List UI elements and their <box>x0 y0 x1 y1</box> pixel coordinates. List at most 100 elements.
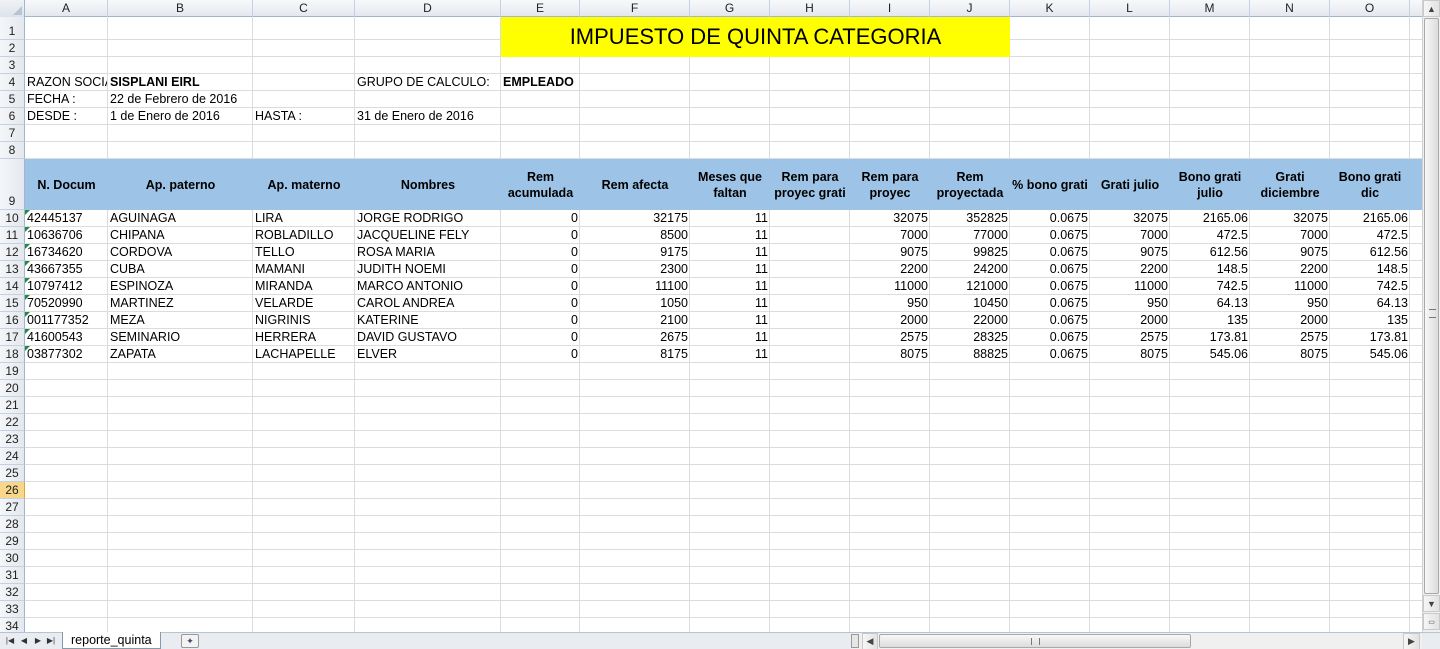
table-cell[interactable]: 2165.06 <box>1170 210 1250 227</box>
row-header-17[interactable]: 17 <box>0 329 25 346</box>
table-cell[interactable] <box>770 210 850 227</box>
column-header-e[interactable]: E <box>501 0 580 17</box>
table-cell[interactable]: 2200 <box>1250 261 1330 278</box>
table-cell[interactable]: 0.0675 <box>1010 278 1090 295</box>
row-header-31[interactable]: 31 <box>0 567 25 584</box>
row-header-28[interactable]: 28 <box>0 516 25 533</box>
row-header-2[interactable]: 2 <box>0 40 25 57</box>
row-header-3[interactable]: 3 <box>0 57 25 74</box>
table-cell[interactable]: 2100 <box>580 312 690 329</box>
row-header-9[interactable]: 9 <box>0 159 25 210</box>
table-cell[interactable]: LIRA <box>253 210 355 227</box>
table-cell[interactable]: 64.13 <box>1330 295 1410 312</box>
row-header-22[interactable]: 22 <box>0 414 25 431</box>
table-cell[interactable]: ROBLADILLO <box>253 227 355 244</box>
table-cell[interactable]: 2575 <box>1250 329 1330 346</box>
table-cell[interactable]: 8075 <box>1250 346 1330 363</box>
table-cell[interactable]: ELVER <box>355 346 501 363</box>
table-cell[interactable]: 11000 <box>850 278 930 295</box>
table-cell[interactable]: 11 <box>690 227 770 244</box>
split-handle[interactable] <box>851 634 859 648</box>
table-cell[interactable]: 99825 <box>930 244 1010 261</box>
table-cell[interactable]: 0 <box>501 312 580 329</box>
table-cell[interactable]: 43667355 <box>25 261 108 278</box>
table-cell[interactable]: KATERINE <box>355 312 501 329</box>
prev-sheet-icon[interactable]: ◀ <box>18 634 30 648</box>
table-cell[interactable]: 148.5 <box>1170 261 1250 278</box>
table-cell[interactable]: 11 <box>690 261 770 278</box>
column-title[interactable]: N. Docum <box>25 159 108 210</box>
desde-value[interactable]: 1 de Enero de 2016 <box>108 108 253 125</box>
row-header-24[interactable]: 24 <box>0 448 25 465</box>
table-cell[interactable]: 9075 <box>1250 244 1330 261</box>
table-cell[interactable]: 32075 <box>1250 210 1330 227</box>
table-cell[interactable]: MARCO ANTONIO <box>355 278 501 295</box>
row-header-27[interactable]: 27 <box>0 499 25 516</box>
table-cell[interactable]: 11100 <box>580 278 690 295</box>
table-cell[interactable]: ESPINOZA <box>108 278 253 295</box>
vertical-scrollbar[interactable]: ▲ ▼ ▭ <box>1422 0 1440 632</box>
grupo-value[interactable]: EMPLEADO <box>501 74 601 91</box>
scroll-left-icon[interactable]: ◀ <box>862 633 878 649</box>
table-cell[interactable]: CAROL ANDREA <box>355 295 501 312</box>
table-cell[interactable]: JUDITH NOEMI <box>355 261 501 278</box>
table-cell[interactable]: 8075 <box>850 346 930 363</box>
table-cell[interactable]: 9075 <box>850 244 930 261</box>
row-header-19[interactable]: 19 <box>0 363 25 380</box>
table-cell[interactable]: 7000 <box>850 227 930 244</box>
scroll-right-icon[interactable]: ▶ <box>1403 633 1420 649</box>
row-header-29[interactable]: 29 <box>0 533 25 550</box>
table-cell[interactable]: 545.06 <box>1170 346 1250 363</box>
table-cell[interactable]: 70520990 <box>25 295 108 312</box>
sheet-tab-reporte-quinta[interactable]: reporte_quinta <box>62 632 161 649</box>
table-cell[interactable]: 0 <box>501 329 580 346</box>
table-cell[interactable]: 0.0675 <box>1010 210 1090 227</box>
table-cell[interactable]: 42445137 <box>25 210 108 227</box>
row-header-12[interactable]: 12 <box>0 244 25 261</box>
insert-sheet-icon[interactable]: ✦ <box>181 634 199 648</box>
table-cell[interactable]: 11 <box>690 244 770 261</box>
table-cell[interactable]: 0.0675 <box>1010 346 1090 363</box>
table-cell[interactable]: JORGE RODRIGO <box>355 210 501 227</box>
horizontal-scroll-thumb[interactable] <box>879 634 1191 648</box>
table-cell[interactable]: 0 <box>501 278 580 295</box>
table-cell[interactable] <box>770 329 850 346</box>
table-cell[interactable]: MAMANI <box>253 261 355 278</box>
table-cell[interactable]: 11 <box>690 329 770 346</box>
row-header-18[interactable]: 18 <box>0 346 25 363</box>
table-cell[interactable]: 22000 <box>930 312 1010 329</box>
column-title[interactable]: Bono grati julio <box>1170 159 1250 210</box>
razon-value[interactable]: SISPLANI EIRL <box>108 74 253 91</box>
column-title[interactable]: Nombres <box>355 159 501 210</box>
table-cell[interactable]: 545.06 <box>1330 346 1410 363</box>
table-cell[interactable]: 0 <box>501 244 580 261</box>
table-cell[interactable]: 2200 <box>1090 261 1170 278</box>
row-header-14[interactable]: 14 <box>0 278 25 295</box>
table-cell[interactable]: 001177352 <box>25 312 108 329</box>
table-cell[interactable]: 0 <box>501 261 580 278</box>
column-title[interactable]: Rem afecta <box>580 159 690 210</box>
table-cell[interactable]: 1050 <box>580 295 690 312</box>
table-cell[interactable]: 612.56 <box>1170 244 1250 261</box>
table-cell[interactable]: 742.5 <box>1330 278 1410 295</box>
table-cell[interactable]: 0 <box>501 210 580 227</box>
table-cell[interactable]: 8500 <box>580 227 690 244</box>
table-cell[interactable]: 0 <box>501 227 580 244</box>
table-cell[interactable]: 2200 <box>850 261 930 278</box>
row-header-13[interactable]: 13 <box>0 261 25 278</box>
table-cell[interactable]: 11000 <box>1090 278 1170 295</box>
table-cell[interactable] <box>770 312 850 329</box>
desde-label[interactable]: DESDE : <box>25 108 107 125</box>
table-cell[interactable]: AGUINAGA <box>108 210 253 227</box>
table-cell[interactable]: 0.0675 <box>1010 261 1090 278</box>
table-cell[interactable]: 2300 <box>580 261 690 278</box>
column-title[interactable]: Meses que faltan <box>690 159 770 210</box>
table-cell[interactable]: CHIPANA <box>108 227 253 244</box>
fecha-label[interactable]: FECHA : <box>25 91 107 108</box>
table-cell[interactable] <box>770 346 850 363</box>
table-cell[interactable]: ZAPATA <box>108 346 253 363</box>
table-cell[interactable]: 24200 <box>930 261 1010 278</box>
table-cell[interactable]: 2000 <box>1090 312 1170 329</box>
table-cell[interactable]: 173.81 <box>1170 329 1250 346</box>
table-cell[interactable]: 03877302 <box>25 346 108 363</box>
